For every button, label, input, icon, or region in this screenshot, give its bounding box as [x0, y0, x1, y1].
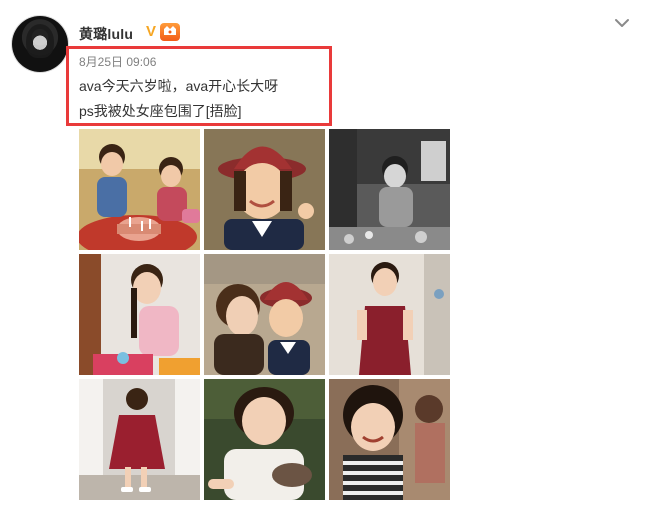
post-text-line-2: ps我被处女座包围了[捂脸]: [79, 103, 242, 119]
photo-girl-smiling[interactable]: [329, 379, 450, 500]
photo-girl-pink-dress[interactable]: [79, 254, 200, 375]
vip-badge-icon: V: [145, 23, 156, 40]
chevron-down-icon[interactable]: [613, 14, 631, 32]
photo-birthday-cake[interactable]: [79, 129, 200, 250]
photo-girl-red-hat[interactable]: [204, 129, 325, 250]
post-timestamp[interactable]: 8月25日 09:06: [79, 53, 156, 70]
photo-girl-bw[interactable]: [329, 129, 450, 250]
photo-mother-daughter[interactable]: [204, 254, 325, 375]
author-name[interactable]: 黄璐lulu: [79, 24, 133, 44]
member-badge-icon: [160, 23, 180, 41]
avatar[interactable]: [12, 16, 68, 72]
photo-girl-red-dress[interactable]: [329, 254, 450, 375]
photo-girl-white-tshirt[interactable]: [204, 379, 325, 500]
post-text-line-1: ava今天六岁啦，ava开心长大呀: [79, 78, 279, 94]
photo-girl-walking[interactable]: [79, 379, 200, 500]
